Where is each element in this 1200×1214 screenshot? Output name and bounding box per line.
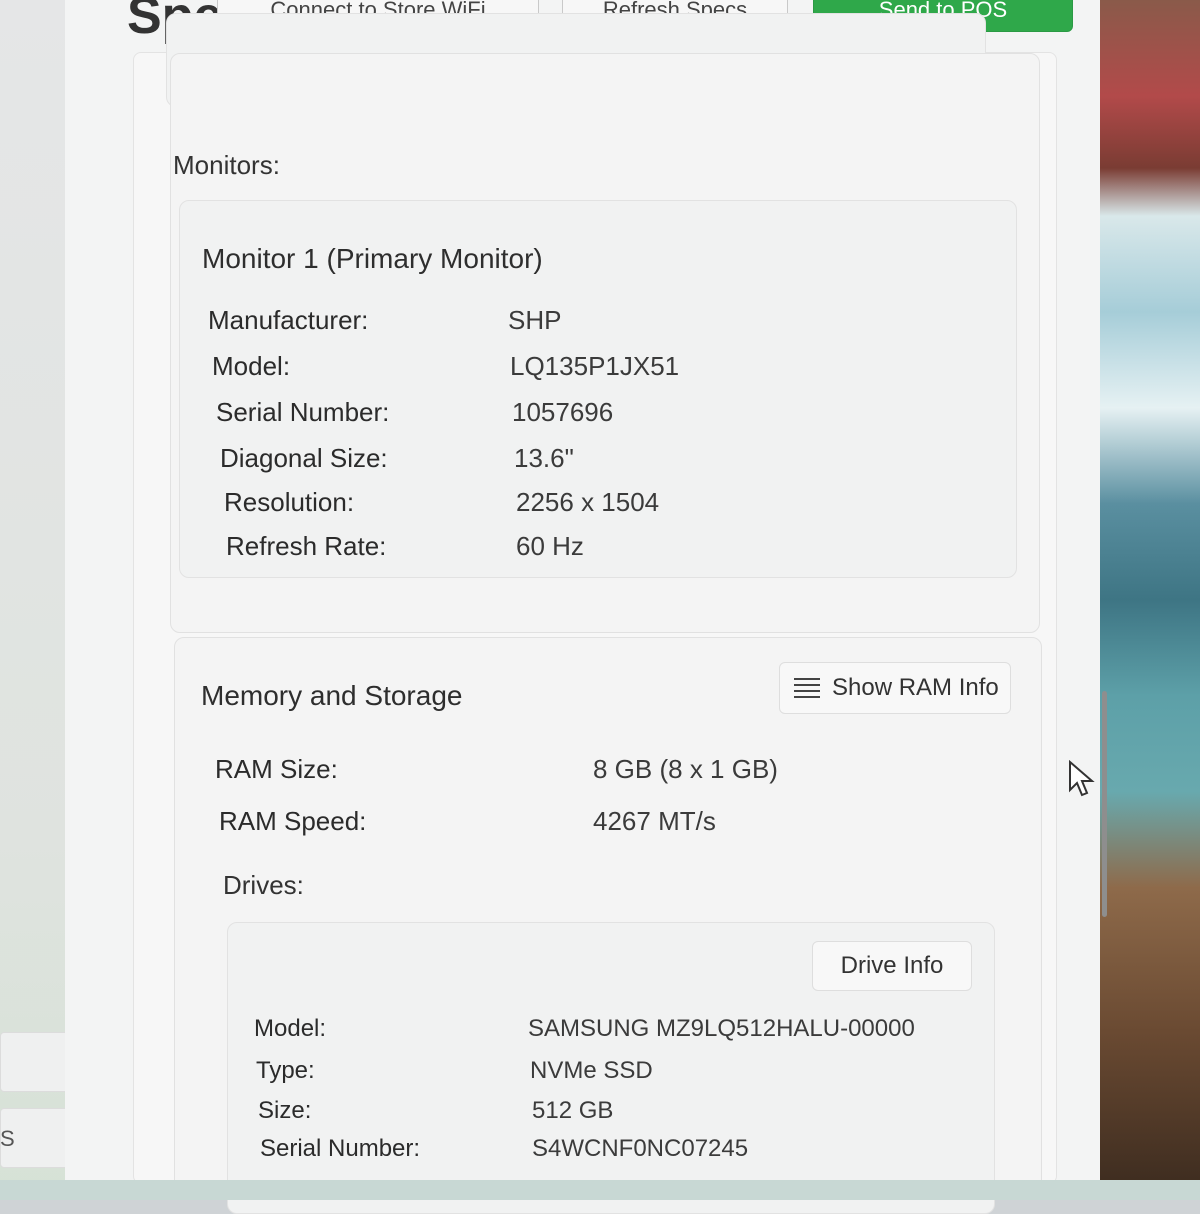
drives-label: Drives:	[223, 870, 304, 900]
show-ram-info-label: Show RAM Info	[832, 674, 999, 701]
memory-storage-card: Memory and Storage Show RAM Info RAM Siz…	[174, 637, 1042, 1214]
monitor-title: Monitor 1 (Primary Monitor)	[202, 243, 543, 274]
memory-storage-title: Memory and Storage	[201, 680, 463, 711]
monitors-section-label: Monitors:	[173, 150, 280, 180]
monitor-card: Monitor 1 (Primary Monitor) Manufacturer…	[179, 200, 1017, 578]
list-icon	[794, 674, 820, 702]
sidebar-glyph: S	[0, 1126, 15, 1151]
monitors-card: Monitors: Monitor 1 (Primary Monitor) Ma…	[170, 53, 1040, 633]
app-sidebar: S	[0, 0, 130, 1200]
taskbar	[0, 1180, 1200, 1200]
drive-card: Drive Info Model: SAMSUNG MZ9LQ512HALU-0…	[227, 922, 995, 1214]
app-window: Spe Connect to Store WiFi Refresh Specs …	[65, 0, 1107, 1214]
drive-info-button[interactable]: Drive Info	[812, 941, 972, 991]
specs-scroll-area[interactable]: Monitors: Monitor 1 (Primary Monitor) Ma…	[133, 13, 1107, 1214]
vertical-scrollbar[interactable]	[1102, 691, 1107, 917]
mouse-cursor-icon	[1069, 760, 1095, 797]
desktop-wallpaper	[1100, 0, 1200, 1200]
show-ram-info-button[interactable]: Show RAM Info	[779, 662, 1011, 714]
